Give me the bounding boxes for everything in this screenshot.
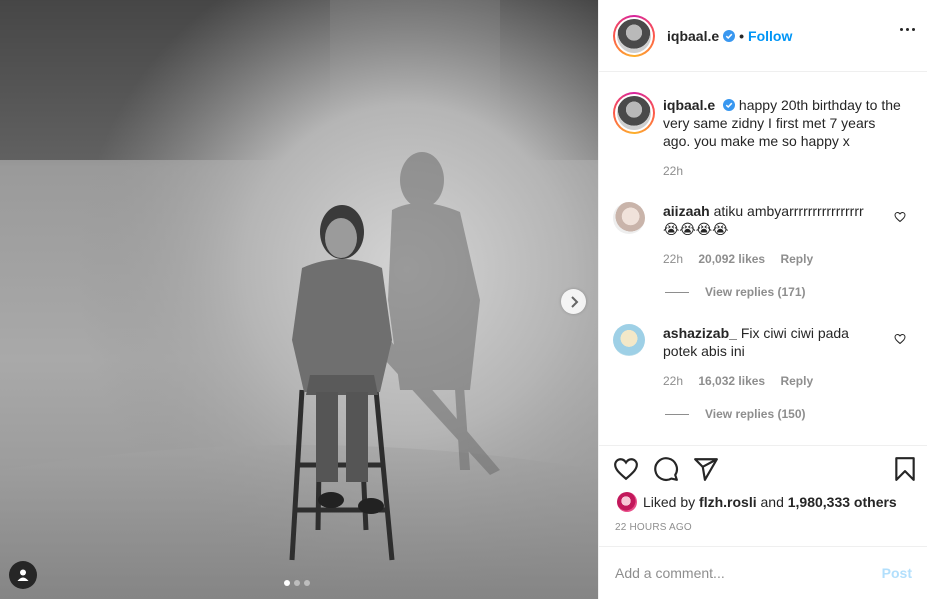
comment-row: ashazizab_ Fix ciwi ciwi pada potek abis… <box>613 324 883 388</box>
view-replies-label[interactable]: View replies (171) <box>705 285 806 299</box>
comments-section: iqbaal.e happy 20th birthday to the very… <box>599 72 927 446</box>
likes-others[interactable]: 1,980,333 others <box>788 494 897 510</box>
comment-icon[interactable] <box>653 456 679 482</box>
comment-time: 22h <box>663 374 684 388</box>
user-tag-button[interactable] <box>9 561 37 589</box>
bookmark-icon[interactable] <box>892 456 918 482</box>
user-tag-icon <box>17 569 29 581</box>
post-timestamp: 22 HOURS AGO <box>615 522 692 533</box>
next-photo-button[interactable] <box>561 289 586 314</box>
carousel-dot <box>284 580 290 586</box>
comment-meta: 22h 20,092 likes Reply <box>663 252 883 266</box>
comment-avatar[interactable] <box>613 324 645 356</box>
carousel-dot <box>304 580 310 586</box>
comment-username[interactable]: ashazizab_ <box>663 325 737 341</box>
comment-likes[interactable]: 20,092 likes <box>698 252 765 266</box>
comment-row: aiizaah atiku ambyarrrrrrrrrrrrrrrr 😭😭😭😭… <box>613 202 883 266</box>
verified-icon <box>723 99 736 111</box>
reply-button[interactable]: Reply <box>780 252 813 266</box>
more-icon <box>900 28 903 31</box>
caption-username[interactable]: iqbaal.e <box>663 97 715 113</box>
follow-button[interactable]: Follow <box>748 28 792 44</box>
share-icon[interactable] <box>693 456 719 482</box>
heart-icon[interactable] <box>613 456 639 482</box>
carousel-dot <box>294 580 300 586</box>
post-details-panel: iqbaal.e • Follow iqbaal.e happy 20th bi… <box>598 0 927 599</box>
author-username[interactable]: iqbaal.e <box>667 28 719 44</box>
comment-like-icon[interactable] <box>894 333 906 345</box>
view-replies-link[interactable]: View replies (150) <box>665 407 806 421</box>
comment-text: ashazizab_ Fix ciwi ciwi pada potek abis… <box>663 324 883 360</box>
comment-input[interactable] <box>615 565 882 581</box>
comment-username[interactable]: aiizaah <box>663 203 710 219</box>
add-comment-form: Post <box>599 546 927 599</box>
liker-username[interactable]: flzh.rosli <box>699 494 757 510</box>
likes-joiner: and <box>760 494 784 510</box>
comment-meta: 22h 16,032 likes Reply <box>663 374 883 388</box>
likes-summary: Liked by flzh.rosli and 1,980,333 others <box>617 492 897 512</box>
caption-avatar[interactable] <box>613 92 655 134</box>
reply-button[interactable]: Reply <box>780 374 813 388</box>
avatar[interactable] <box>613 14 655 57</box>
separator-dot: • <box>739 27 745 44</box>
chevron-right-icon <box>570 295 578 308</box>
post-header: iqbaal.e • Follow <box>599 0 927 72</box>
comment-time: 22h <box>663 252 684 266</box>
comment-avatar[interactable] <box>613 202 645 234</box>
caption-row: iqbaal.e happy 20th birthday to the very… <box>613 92 903 178</box>
verified-icon <box>723 29 736 42</box>
post-viewer: iqbaal.e • Follow iqbaal.e happy 20th bi… <box>0 0 927 599</box>
comment-text: aiizaah atiku ambyarrrrrrrrrrrrrrrr 😭😭😭😭 <box>663 202 883 238</box>
action-bar <box>613 456 918 484</box>
view-replies-label[interactable]: View replies (150) <box>705 407 806 421</box>
photo-image <box>0 0 598 599</box>
more-options-button[interactable] <box>900 28 915 31</box>
likes-prefix: Liked by <box>643 494 696 510</box>
liker-avatar[interactable] <box>617 492 637 512</box>
comment-like-icon[interactable] <box>894 211 906 223</box>
post-photo[interactable] <box>0 0 598 599</box>
comment-likes[interactable]: 16,032 likes <box>698 374 765 388</box>
caption-text: iqbaal.e happy 20th birthday to the very… <box>663 96 903 150</box>
carousel-indicator <box>284 580 310 586</box>
post-comment-button[interactable]: Post <box>882 565 912 581</box>
view-replies-link[interactable]: View replies (171) <box>665 285 806 299</box>
caption-time: 22h <box>663 164 684 178</box>
